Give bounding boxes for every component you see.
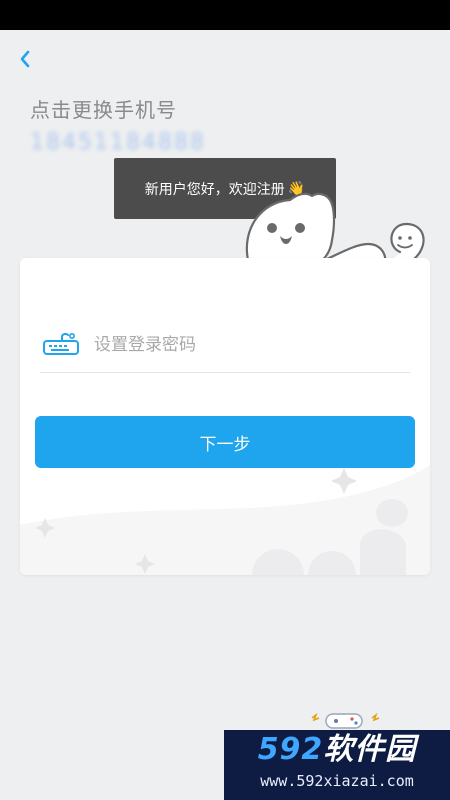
register-card: 下一步 xyxy=(20,258,430,575)
back-button[interactable] xyxy=(14,44,44,74)
card-background-decoration xyxy=(20,465,430,575)
site-watermark: 592软件园 www.592xiazai.com xyxy=(224,730,450,800)
status-bar xyxy=(0,0,450,30)
watermark-url: www.592xiazai.com xyxy=(260,772,414,790)
password-field[interactable] xyxy=(40,318,410,373)
watermark-title: 592软件园 xyxy=(257,732,417,767)
password-keyboard-icon xyxy=(43,332,79,355)
chevron-left-icon xyxy=(20,50,30,68)
next-step-button[interactable]: 下一步 xyxy=(35,416,415,468)
change-phone-link[interactable]: 点击更换手机号 xyxy=(30,94,177,123)
password-input[interactable] xyxy=(94,330,394,360)
phone-number: 18451184888 xyxy=(30,130,206,155)
game-controller-decoration xyxy=(311,712,380,729)
